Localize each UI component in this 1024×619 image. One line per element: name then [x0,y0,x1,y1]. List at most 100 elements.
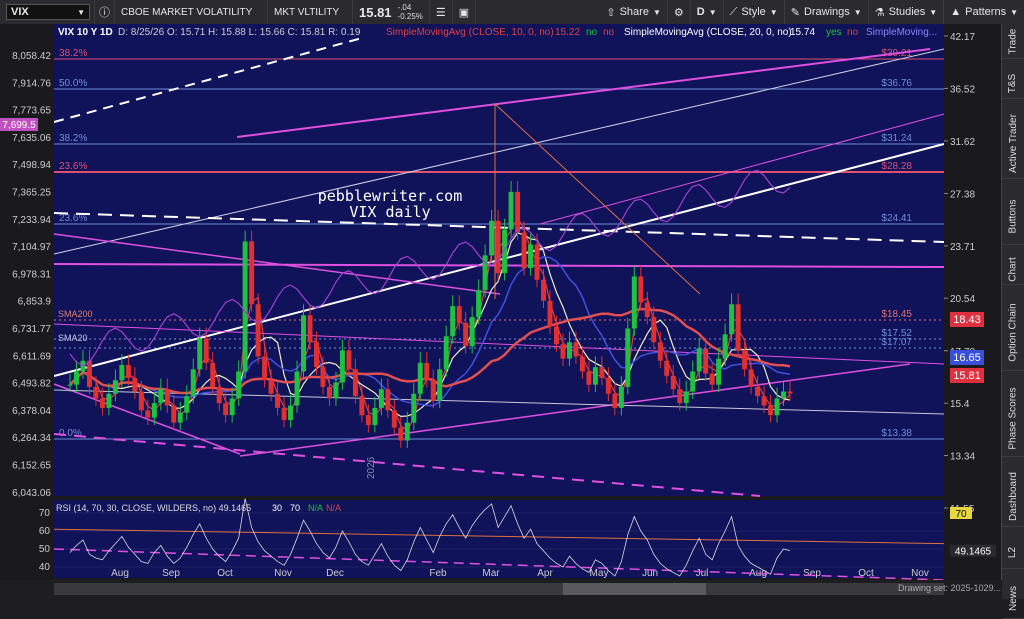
fib-value-label: $18.45 [881,309,912,320]
candle-body [722,334,728,359]
candle-body [534,244,540,280]
box-icon[interactable]: ▣ [453,0,477,24]
year-marker: 2026 [366,456,377,479]
share-button[interactable]: ⇧ Share ▼ [600,0,668,24]
candle-body [729,304,735,335]
side-tab-chart[interactable]: Chart [1002,254,1024,285]
candle-body [288,405,294,421]
symbol-text: VIX [11,6,29,18]
symbol-input[interactable]: VIX ▼ [6,4,90,20]
candle-body [378,389,384,408]
candle-body [599,367,605,379]
gear-icon: ⚙ [673,6,684,19]
settings-button[interactable]: ⚙ [668,0,691,24]
side-tab-active-trader[interactable]: Active Trader [1002,108,1024,179]
candle-body [138,391,144,411]
candle-body [547,300,553,327]
candle-body [528,244,534,269]
side-tab-dashboard[interactable]: Dashboard [1002,466,1024,527]
left-axis-bg [0,24,54,496]
aggregation-button[interactable]: D ▼ [691,0,724,24]
side-tab-label: Phase Scores [1007,386,1019,450]
candle-body [67,384,73,386]
side-tab-label: Buttons [1007,199,1019,233]
candle-body [339,350,345,383]
candle-body [391,410,397,428]
x-tick-label: Oct [217,568,233,579]
candle-body [703,348,709,374]
fib-percent-label: 50.0% [59,78,87,89]
candle-body [560,344,566,359]
candle-body [281,407,287,421]
left-tick-label: 6,152.65 [12,461,51,472]
candle-body [346,350,352,370]
price-chart[interactable]: 38.2%$39.2150.0%$36.7638.2%$31.2423.6%$2… [0,24,1002,580]
style-button[interactable]: ⟋ Style ▼ [724,0,785,24]
side-tab-buttons[interactable]: Buttons [1002,188,1024,245]
candle-body [320,367,326,387]
fib-percent-label: 38.2% [59,48,87,59]
candle-body [125,364,131,379]
price-badge-value: 16.65 [953,352,981,364]
side-tab-l2[interactable]: L2 [1002,536,1024,569]
candle-body [249,241,255,305]
drawings-button[interactable]: ✎ Drawings ▼ [785,0,869,24]
candle-body [177,412,183,423]
candle-body [275,393,281,408]
change-value: -.04 [397,3,412,12]
candle-body [781,391,787,399]
fib-value-label: $36.76 [881,78,912,89]
right-tick-label: 31.62 [950,137,975,148]
candle-body [73,371,79,385]
price-badge-value: 18.43 [953,314,981,326]
rsi-badge-70: 70 [955,509,967,520]
candle-body [216,386,222,404]
studies-button[interactable]: ⚗ Studies ▼ [869,0,945,24]
left-tick-label: 6,493.82 [12,379,51,390]
symbol-short-name: MKT VLTILITY [268,0,353,24]
share-icon: ⇧ [606,6,616,19]
right-tick-label: 27.38 [950,189,975,200]
price-value: 15.81 [359,4,392,20]
candle-body [586,371,592,385]
fib-value-label: $31.24 [881,133,912,144]
side-tab-option-chain[interactable]: Option Chain [1002,294,1024,371]
candle-body [768,405,774,416]
candle-body [716,358,722,385]
rsi-param: N/A [308,503,323,513]
candle-body [359,396,365,416]
side-tab-phase-scores[interactable]: Phase Scores [1002,380,1024,457]
patterns-button[interactable]: ▲ Patterns ▼ [944,0,1024,24]
candle-body [145,410,151,418]
symbol-selector[interactable]: VIX ▼ [0,0,95,24]
candle-body [242,241,248,372]
fib-percent-label: 38.2% [59,133,87,144]
side-tab-label: L2 [1007,546,1019,558]
candle-body [774,398,780,416]
side-tab-t-s[interactable]: T&S [1002,68,1024,99]
candle-body [86,360,92,387]
ohlc-info: D: 8/25/26 O: 15.71 H: 15.88 L: 15.66 C:… [118,27,361,38]
right-tick-label: 23.71 [950,242,975,253]
chevron-down-icon[interactable]: ▼ [77,8,85,17]
menu-icon[interactable]: ☰ [430,0,453,24]
candle-body [761,396,767,406]
right-price-axis: 42.1736.5231.6227.3823.7120.5417.7815.41… [944,24,1002,515]
side-tab-label: News [1007,585,1019,611]
side-tab-trade[interactable]: Trade [1002,24,1024,59]
price-change: -.04 -0.25% [398,3,423,21]
scrollbar-thumb[interactable] [563,583,706,595]
candle-body [456,306,462,323]
candle-body [437,369,443,401]
candle-body [307,315,313,343]
chevron-down-icon: ▼ [652,7,661,17]
sma200-label: SMA200 [58,309,93,319]
pencil-icon: ✎ [790,6,800,19]
candle-body [625,328,631,387]
info-icon[interactable]: ⓘ [95,0,115,24]
sma20-label: SMA20 [58,333,88,343]
candle-body [190,369,196,397]
flask-icon: ⚗ [874,6,885,19]
style-icon: ⟋ [729,5,738,18]
horizontal-scrollbar[interactable] [54,583,944,595]
